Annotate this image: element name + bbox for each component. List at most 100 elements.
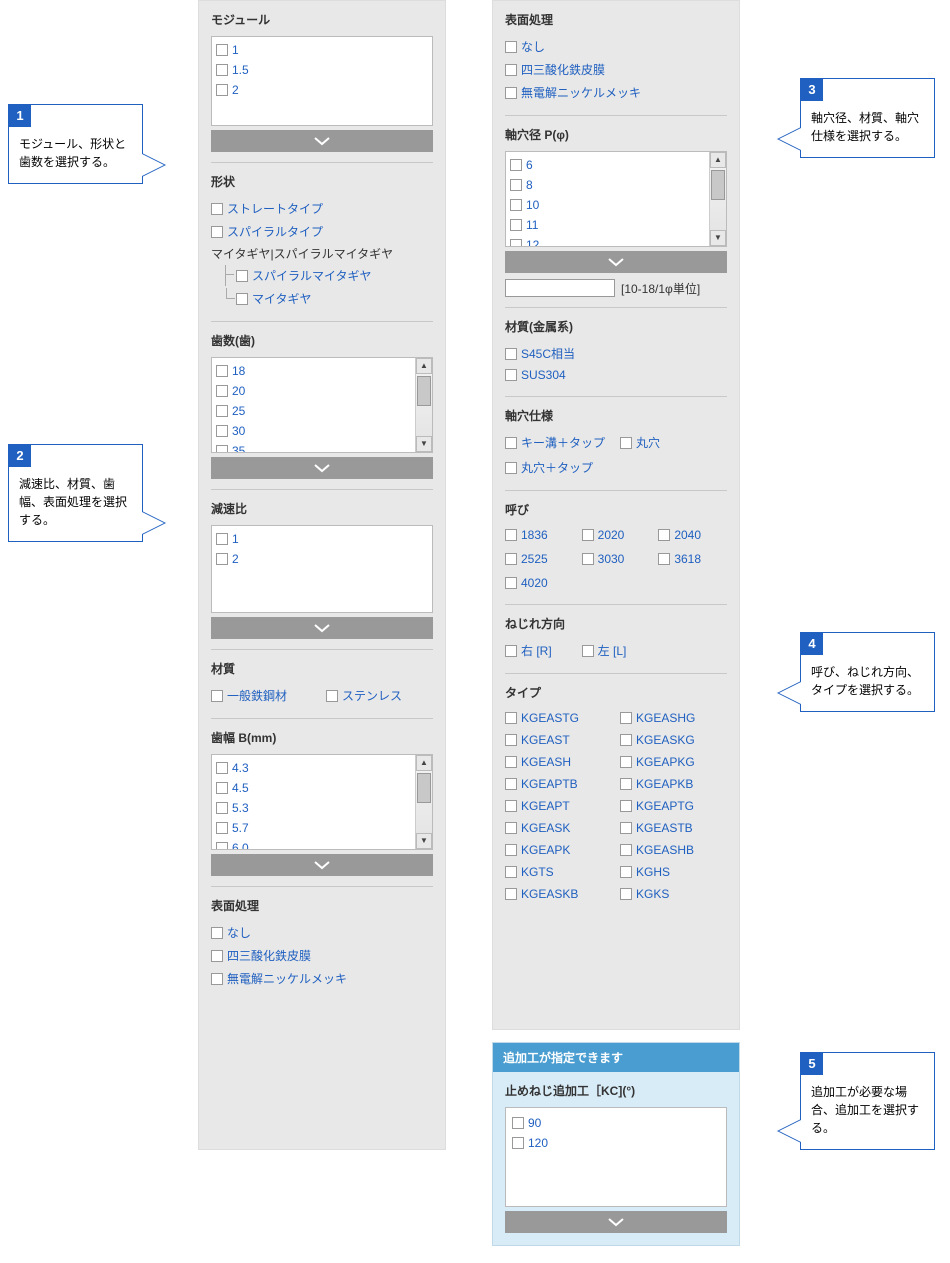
type-item[interactable]: KGTS <box>505 863 612 881</box>
checkbox-icon[interactable] <box>216 64 228 76</box>
checkbox-icon[interactable] <box>510 179 522 191</box>
type-item[interactable]: KGEAPT <box>505 797 612 815</box>
checkbox-icon[interactable] <box>216 425 228 437</box>
checkbox-icon[interactable] <box>216 44 228 56</box>
checkbox-icon[interactable] <box>620 756 632 768</box>
shape-item[interactable]: ストレートタイプ <box>211 198 433 219</box>
checkbox-icon[interactable] <box>216 385 228 397</box>
scroll-thumb[interactable] <box>711 170 725 200</box>
listbox-module[interactable]: 1 1.5 2 <box>211 36 433 126</box>
checkbox-icon[interactable] <box>211 973 223 985</box>
type-item[interactable]: KGEASTB <box>620 819 727 837</box>
scroll-up-icon[interactable]: ▲ <box>416 358 432 374</box>
checkbox-icon[interactable] <box>510 199 522 211</box>
checkbox-icon[interactable] <box>216 762 228 774</box>
scroll-down-icon[interactable]: ▼ <box>416 833 432 849</box>
checkbox-icon[interactable] <box>216 822 228 834</box>
listbox-teeth[interactable]: ▲ ▼ 18 20 25 30 35 <box>211 357 433 453</box>
type-item[interactable]: KGEASHB <box>620 841 727 859</box>
name-item[interactable]: 2020 <box>582 526 651 544</box>
checkbox-icon[interactable] <box>505 866 517 878</box>
checkbox-icon[interactable] <box>505 844 517 856</box>
checkbox-icon[interactable] <box>505 41 517 53</box>
teeth-item[interactable]: 35 <box>216 442 428 453</box>
checkbox-icon[interactable] <box>658 529 670 541</box>
shape-tree-item[interactable]: マイタギヤ <box>236 288 433 309</box>
twist-item[interactable]: 右 [R] <box>505 640 574 661</box>
checkbox-icon[interactable] <box>505 800 517 812</box>
twist-item[interactable]: 左 [L] <box>582 640 651 661</box>
type-item[interactable]: KGEASKB <box>505 885 612 903</box>
listbox-ratio[interactable]: 1 2 <box>211 525 433 613</box>
bore-spec-item[interactable]: 丸穴 <box>620 432 727 453</box>
name-item[interactable]: 3030 <box>582 550 651 568</box>
scroll-down-icon[interactable]: ▼ <box>416 436 432 452</box>
type-item[interactable]: KGEAPK <box>505 841 612 859</box>
checkbox-icon[interactable] <box>512 1117 524 1129</box>
expand-width[interactable] <box>211 854 433 876</box>
checkbox-icon[interactable] <box>216 842 228 850</box>
bore-item[interactable]: 10 <box>510 196 722 214</box>
type-item[interactable]: KGEASTG <box>505 709 612 727</box>
name-item[interactable]: 1836 <box>505 526 574 544</box>
checkbox-icon[interactable] <box>211 690 223 702</box>
checkbox-icon[interactable] <box>211 203 223 215</box>
type-item[interactable]: KGHS <box>620 863 727 881</box>
type-item[interactable]: KGEASH <box>505 753 612 771</box>
material-item[interactable]: ステンレス <box>326 685 433 706</box>
checkbox-icon[interactable] <box>582 553 594 565</box>
mat-metal-item[interactable]: S45C相当 <box>505 343 727 364</box>
surface1-item[interactable]: 無電解ニッケルメッキ <box>211 968 433 989</box>
listbox-bore[interactable]: ▲ ▼ 6 8 10 11 12 <box>505 151 727 247</box>
checkbox-icon[interactable] <box>216 802 228 814</box>
checkbox-icon[interactable] <box>326 690 338 702</box>
checkbox-icon[interactable] <box>505 348 517 360</box>
type-item[interactable]: KGEASKG <box>620 731 727 749</box>
teeth-item[interactable]: 18 <box>216 362 428 380</box>
checkbox-icon[interactable] <box>510 239 522 247</box>
checkbox-icon[interactable] <box>505 577 517 589</box>
checkbox-icon[interactable] <box>620 778 632 790</box>
checkbox-icon[interactable] <box>216 445 228 453</box>
scroll-down-icon[interactable]: ▼ <box>710 230 726 246</box>
scroll-up-icon[interactable]: ▲ <box>710 152 726 168</box>
bore-input[interactable] <box>505 279 615 297</box>
material-item[interactable]: 一般鉄鋼材 <box>211 685 318 706</box>
width-item[interactable]: 6.0 <box>216 839 428 850</box>
checkbox-icon[interactable] <box>505 64 517 76</box>
name-item[interactable]: 3618 <box>658 550 727 568</box>
expand-module[interactable] <box>211 130 433 152</box>
mat-metal-item[interactable]: SUS304 <box>505 366 727 384</box>
width-item[interactable]: 4.5 <box>216 779 428 797</box>
module-item[interactable]: 1.5 <box>216 61 428 79</box>
bore-item[interactable]: 8 <box>510 176 722 194</box>
checkbox-icon[interactable] <box>211 226 223 238</box>
checkbox-icon[interactable] <box>211 927 223 939</box>
teeth-item[interactable]: 25 <box>216 402 428 420</box>
type-item[interactable]: KGEASHG <box>620 709 727 727</box>
checkbox-icon[interactable] <box>216 553 228 565</box>
checkbox-icon[interactable] <box>211 950 223 962</box>
surface1-item[interactable]: なし <box>211 922 433 943</box>
ratio-item[interactable]: 1 <box>216 530 428 548</box>
width-item[interactable]: 5.7 <box>216 819 428 837</box>
checkbox-icon[interactable] <box>505 645 517 657</box>
type-item[interactable]: KGEAPKG <box>620 753 727 771</box>
width-item[interactable]: 4.3 <box>216 759 428 777</box>
checkbox-icon[interactable] <box>505 756 517 768</box>
bore-item[interactable]: 12 <box>510 236 722 247</box>
surface1-item[interactable]: 四三酸化鉄皮膜 <box>211 945 433 966</box>
checkbox-icon[interactable] <box>620 712 632 724</box>
teeth-item[interactable]: 30 <box>216 422 428 440</box>
expand-teeth[interactable] <box>211 457 433 479</box>
checkbox-icon[interactable] <box>216 533 228 545</box>
checkbox-icon[interactable] <box>510 159 522 171</box>
addon-item[interactable]: 90 <box>512 1114 720 1132</box>
checkbox-icon[interactable] <box>620 822 632 834</box>
checkbox-icon[interactable] <box>620 800 632 812</box>
addon-item[interactable]: 120 <box>512 1134 720 1152</box>
checkbox-icon[interactable] <box>510 219 522 231</box>
type-item[interactable]: KGEASK <box>505 819 612 837</box>
checkbox-icon[interactable] <box>505 734 517 746</box>
bore-spec-item[interactable]: 丸穴＋タップ <box>505 457 612 478</box>
